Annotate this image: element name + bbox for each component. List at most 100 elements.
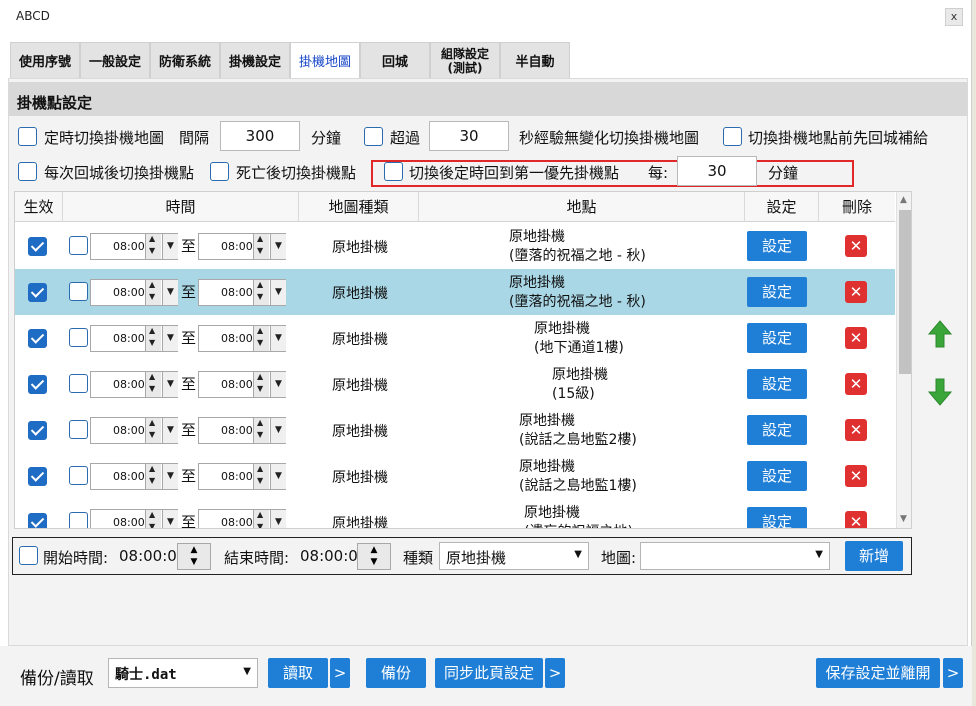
tab-serial[interactable]: 使用序號 xyxy=(10,42,80,78)
add-enabled-checkbox[interactable] xyxy=(19,546,38,565)
scroll-up-icon[interactable]: ▲ xyxy=(900,195,907,205)
row-time-checkbox[interactable] xyxy=(69,328,88,347)
end-time-picker[interactable]: 08:00 ▼ xyxy=(198,509,286,528)
chevron-down-icon[interactable]: ▼ xyxy=(270,234,286,259)
map-select[interactable]: ▼ xyxy=(640,542,830,570)
backup-button[interactable]: 備份 xyxy=(366,658,426,688)
row-time-checkbox[interactable] xyxy=(69,420,88,439)
end-time-picker[interactable]: 08:00 ▼ xyxy=(198,371,286,398)
table-row[interactable]: 08:00▼至08:00▼原地掛機原地掛機(說話之島地監2樓)設定✕ xyxy=(15,407,895,453)
timed-switch-checkbox[interactable] xyxy=(18,127,37,146)
row-enabled-checkbox[interactable] xyxy=(28,329,47,348)
row-settings-button[interactable]: 設定 xyxy=(747,323,807,353)
row-settings-button[interactable]: 設定 xyxy=(747,461,807,491)
row-time-checkbox[interactable] xyxy=(69,374,88,393)
start-time-picker[interactable]: 08:00 ▼ xyxy=(90,463,178,490)
start-time-spinner[interactable] xyxy=(145,280,161,305)
delete-icon[interactable]: ✕ xyxy=(845,327,867,349)
tab-afk-map[interactable]: 掛機地圖 xyxy=(290,42,360,78)
row-settings-button[interactable]: 設定 xyxy=(747,231,807,261)
return-first-priority-checkbox[interactable] xyxy=(384,162,403,181)
end-time-picker[interactable]: 08:00 ▼ xyxy=(198,463,286,490)
chevron-down-icon[interactable]: ▼ xyxy=(162,510,178,528)
save-more-button[interactable]: > xyxy=(943,658,963,688)
row-time-checkbox[interactable] xyxy=(69,512,88,528)
end-time-spinner[interactable] xyxy=(253,464,269,489)
tab-general[interactable]: 一般設定 xyxy=(80,42,150,78)
row-enabled-checkbox[interactable] xyxy=(28,421,47,440)
row-time-checkbox[interactable] xyxy=(69,282,88,301)
start-time-spinner[interactable] xyxy=(145,234,161,259)
start-time-picker[interactable]: 08:00 ▼ xyxy=(90,417,178,444)
row-enabled-checkbox[interactable] xyxy=(28,467,47,486)
delete-icon[interactable]: ✕ xyxy=(845,419,867,441)
sync-page-button[interactable]: 同步此頁設定 xyxy=(435,658,543,688)
chevron-down-icon[interactable]: ▼ xyxy=(162,326,178,351)
table-row[interactable]: 08:00▼至08:00▼原地掛機原地掛機(15級)設定✕ xyxy=(15,361,895,407)
delete-icon[interactable]: ✕ xyxy=(845,281,867,303)
table-scrollbar[interactable]: ▲ ▼ xyxy=(896,192,911,528)
delete-icon[interactable]: ✕ xyxy=(845,465,867,487)
save-and-exit-button[interactable]: 保存設定並離開 xyxy=(816,658,940,688)
close-icon[interactable]: x xyxy=(945,8,963,26)
kind-select[interactable]: 原地掛機 ▼ xyxy=(439,542,589,570)
start-time-spinner[interactable] xyxy=(145,372,161,397)
delete-icon[interactable]: ✕ xyxy=(845,235,867,257)
row-time-checkbox[interactable] xyxy=(69,236,88,255)
chevron-down-icon[interactable]: ▼ xyxy=(162,418,178,443)
end-time-picker[interactable]: 08:00 ▼ xyxy=(198,279,286,306)
start-time-spinner[interactable]: ▲ ▼ xyxy=(177,543,211,570)
read-more-button[interactable]: > xyxy=(330,658,350,688)
table-row[interactable]: 08:00▼至08:00▼原地掛機原地掛機(地下通道1樓)設定✕ xyxy=(15,315,895,361)
row-settings-button[interactable]: 設定 xyxy=(747,507,807,528)
end-time-spinner[interactable] xyxy=(253,234,269,259)
start-time-picker[interactable]: 08:00 ▼ xyxy=(90,233,178,260)
over-seconds-input[interactable]: 30 xyxy=(429,121,509,151)
tab-return-town[interactable]: 回城 xyxy=(360,42,430,78)
chevron-down-icon[interactable]: ▼ xyxy=(270,326,286,351)
tab-defense[interactable]: 防衛系統 xyxy=(150,42,220,78)
start-time-picker[interactable]: 08:00 ▼ xyxy=(90,325,178,352)
read-button[interactable]: 讀取 xyxy=(268,658,328,688)
scroll-thumb[interactable] xyxy=(899,210,911,374)
chevron-down-icon[interactable]: ▼ xyxy=(162,464,178,489)
chevron-down-icon[interactable]: ▼ xyxy=(162,234,178,259)
file-select[interactable]: 騎士.dat ▼ xyxy=(108,658,258,688)
table-row[interactable]: 08:00▼至08:00▼原地掛機原地掛機(墮落的祝福之地 - 秋)設定✕ xyxy=(15,269,895,315)
row-settings-button[interactable]: 設定 xyxy=(747,415,807,445)
end-time-picker[interactable]: 08:00 ▼ xyxy=(198,233,286,260)
chevron-down-icon[interactable]: ▼ xyxy=(270,464,286,489)
chevron-down-icon[interactable]: ▼ xyxy=(162,280,178,305)
end-time-spinner[interactable] xyxy=(253,280,269,305)
tab-semi-auto[interactable]: 半自動 xyxy=(500,42,570,78)
start-time-picker[interactable]: 08:00 ▼ xyxy=(90,279,178,306)
add-button[interactable]: 新增 xyxy=(845,541,903,571)
chevron-down-icon[interactable]: ▼ xyxy=(270,372,286,397)
row-time-checkbox[interactable] xyxy=(69,466,88,485)
move-up-arrow-icon[interactable] xyxy=(928,320,952,348)
scroll-down-icon[interactable]: ▼ xyxy=(900,514,907,524)
chevron-down-icon[interactable]: ▼ xyxy=(270,280,286,305)
end-time-spinner[interactable] xyxy=(253,510,269,528)
delete-icon[interactable]: ✕ xyxy=(845,373,867,395)
interval-input[interactable]: 300 xyxy=(220,121,300,151)
chevron-down-icon[interactable]: ▼ xyxy=(162,372,178,397)
row-enabled-checkbox[interactable] xyxy=(28,283,47,302)
start-time-picker[interactable]: 08:00 ▼ xyxy=(90,509,178,528)
switch-after-return-checkbox[interactable] xyxy=(18,162,37,181)
end-time-spinner[interactable] xyxy=(253,326,269,351)
end-time-spinner[interactable] xyxy=(253,372,269,397)
start-time-spinner[interactable] xyxy=(145,510,161,528)
row-settings-button[interactable]: 設定 xyxy=(747,277,807,307)
end-time-spinner[interactable]: ▲ ▼ xyxy=(357,543,391,570)
tab-afk-settings[interactable]: 掛機設定 xyxy=(220,42,290,78)
start-time-spinner[interactable] xyxy=(145,418,161,443)
chevron-down-icon[interactable]: ▼ xyxy=(270,418,286,443)
return-before-switch-checkbox[interactable] xyxy=(723,127,742,146)
row-settings-button[interactable]: 設定 xyxy=(747,369,807,399)
row-enabled-checkbox[interactable] xyxy=(28,237,47,256)
move-down-arrow-icon[interactable] xyxy=(928,378,952,406)
table-row[interactable]: 08:00▼至08:00▼原地掛機原地掛機(說話之島地監1樓)設定✕ xyxy=(15,453,895,499)
end-time-picker[interactable]: 08:00 ▼ xyxy=(198,325,286,352)
chevron-down-icon[interactable]: ▼ xyxy=(270,510,286,528)
